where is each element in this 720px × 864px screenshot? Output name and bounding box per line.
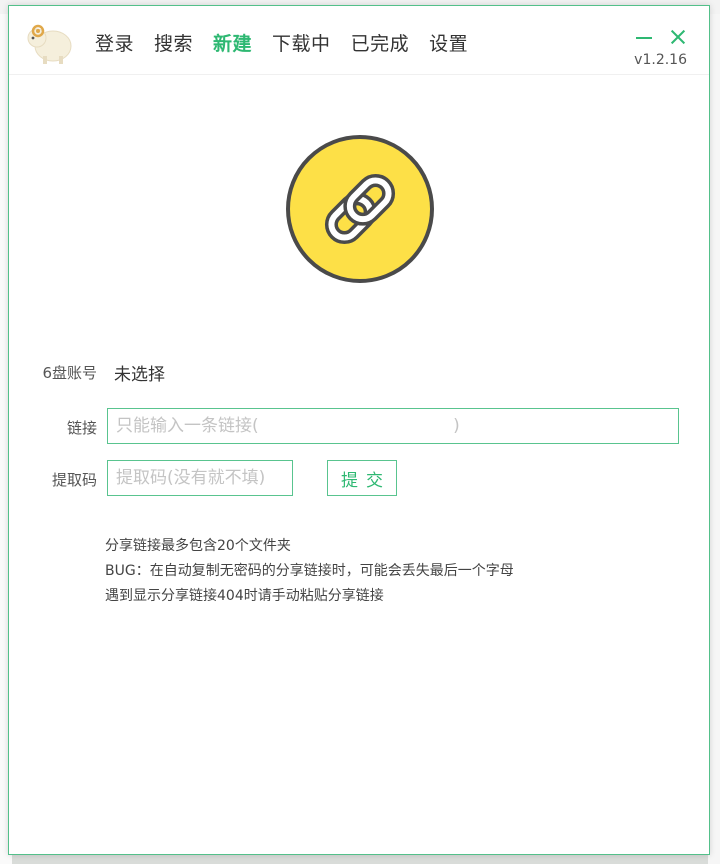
submit-button[interactable]: 提交 bbox=[327, 460, 397, 496]
account-value: 未选择 bbox=[114, 365, 165, 385]
app-window: 登录 搜索 新建 下载中 已完成 设置 v1.2.16 6盘账号 未选择 链接 … bbox=[8, 5, 710, 855]
main-nav: 登录 搜索 新建 下载中 已完成 设置 bbox=[95, 32, 488, 56]
nav-item-search[interactable]: 搜索 bbox=[154, 32, 193, 56]
note-item: 遇到显示分享链接404时请手动粘贴分享链接 bbox=[105, 588, 384, 604]
version-label: v1.2.16 bbox=[634, 52, 687, 68]
nav-item-completed[interactable]: 已完成 bbox=[351, 32, 410, 56]
link-input[interactable] bbox=[107, 408, 679, 444]
extraction-code-label: 提取码 bbox=[51, 471, 97, 489]
link-label: 链接 bbox=[66, 419, 97, 437]
nav-item-settings[interactable]: 设置 bbox=[429, 32, 468, 56]
extraction-code-input[interactable] bbox=[107, 460, 293, 496]
sheep-logo-icon bbox=[27, 24, 72, 64]
nav-item-login[interactable]: 登录 bbox=[95, 32, 134, 56]
chain-link-icon bbox=[286, 135, 434, 283]
note-item: BUG：在自动复制无密码的分享链接时，可能会丢失最后一个字母 bbox=[105, 563, 514, 579]
nav-item-downloading[interactable]: 下载中 bbox=[272, 32, 331, 56]
note-item: 分享链接最多包含20个文件夹 bbox=[105, 538, 291, 554]
notes-list: 分享链接最多包含20个文件夹 BUG：在自动复制无密码的分享链接时，可能会丢失最… bbox=[105, 534, 514, 609]
titlebar[interactable]: 登录 搜索 新建 下载中 已完成 设置 v1.2.16 bbox=[9, 6, 709, 75]
window-controls bbox=[635, 28, 687, 46]
nav-item-new[interactable]: 新建 bbox=[213, 32, 252, 56]
minimize-icon[interactable] bbox=[635, 28, 653, 46]
account-label: 6盘账号 bbox=[42, 364, 97, 382]
close-icon[interactable] bbox=[669, 28, 687, 46]
